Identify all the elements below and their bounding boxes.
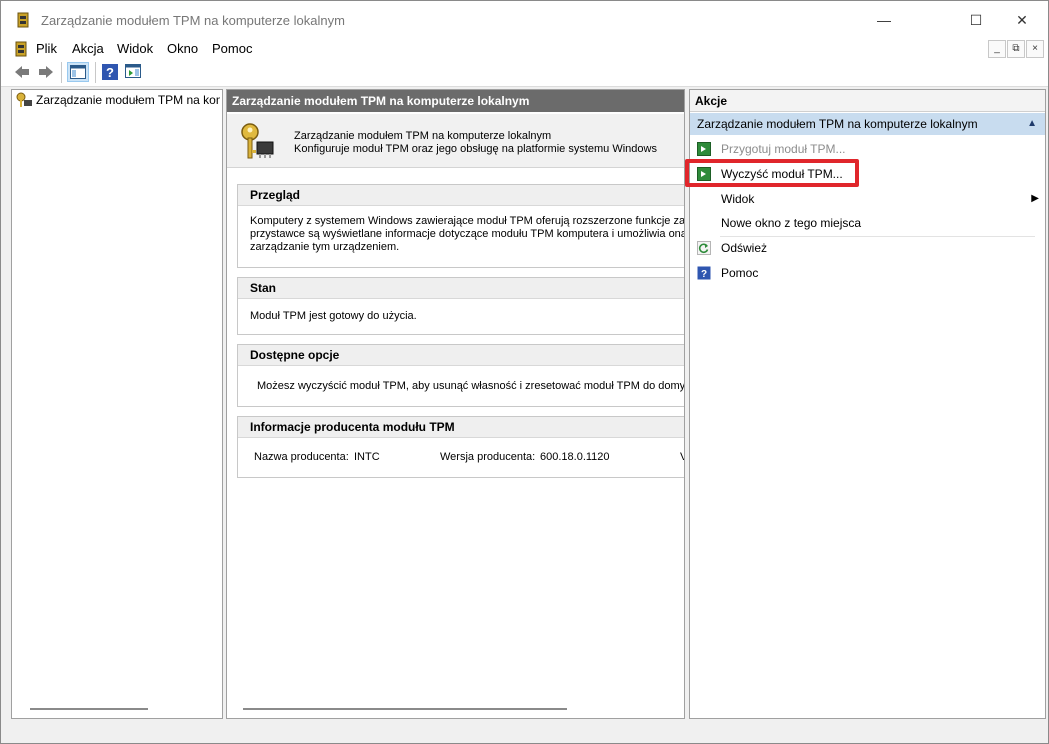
tpm-app-icon <box>17 12 29 28</box>
manufacturer-name-value: INTC <box>354 451 380 463</box>
minimize-button[interactable]: — <box>861 1 907 39</box>
show-hide-action-pane-button[interactable] <box>123 62 145 82</box>
manufacturer-truncated-text: V <box>680 451 684 464</box>
toolbar: ? <box>1 59 1048 87</box>
status-text: Moduł TPM jest gotowy do użycia. <box>250 310 417 322</box>
overview-text-line: Komputery z systemem Windows zawierające… <box>250 215 685 227</box>
results-horizontal-scrollbar[interactable] <box>243 708 567 710</box>
help-icon: ? <box>697 266 711 280</box>
tpm-key-icon <box>16 92 32 107</box>
action-label: Widok <box>721 192 755 206</box>
section-overview-title: Przegląd <box>238 185 684 206</box>
maximize-button[interactable]: ☐ <box>953 1 999 39</box>
child-close-button[interactable]: × <box>1026 40 1044 58</box>
toolbar-separator <box>95 62 96 83</box>
menu-plik[interactable]: Plik <box>36 41 57 56</box>
svg-text:?: ? <box>106 65 114 80</box>
action-refresh[interactable]: Odśwież <box>690 236 1045 260</box>
menu-okno[interactable]: Okno <box>167 41 198 56</box>
mmc-window: Zarządzanie modułem TPM na komputerze lo… <box>0 0 1049 744</box>
banner-title: Zarządzanie modułem TPM na komputerze lo… <box>294 130 552 142</box>
action-label: Przygotuj moduł TPM... <box>721 142 846 156</box>
svg-text:?: ? <box>701 269 707 280</box>
results-pane: Zarządzanie modułem TPM na komputerze lo… <box>226 89 685 719</box>
section-status: Stan Moduł TPM jest gotowy do użycia. <box>237 277 684 335</box>
tree-item-tpm-root[interactable]: Zarządzanie modułem TPM na kom <box>14 91 220 109</box>
section-status-title: Stan <box>238 278 684 299</box>
results-pane-header: Zarządzanie modułem TPM na komputerze lo… <box>227 90 684 112</box>
section-options-title: Dostępne opcje <box>238 345 684 366</box>
child-minimize-button[interactable]: _ <box>988 40 1006 58</box>
manufacturer-version-value: 600.18.0.1120 <box>540 451 610 463</box>
action-new-window[interactable]: Nowe okno z tego miejsca <box>690 211 1045 235</box>
actions-header: Akcje <box>690 90 1045 112</box>
window-title: Zarządzanie modułem TPM na komputerze lo… <box>41 13 345 28</box>
section-available-options: Dostępne opcje Możesz wyczyścić moduł TP… <box>237 344 685 407</box>
actions-group-label: Zarządzanie modułem TPM na komputerze lo… <box>697 117 978 131</box>
tree-horizontal-scrollbar[interactable] <box>30 708 148 710</box>
action-view[interactable]: Widok ▶ <box>690 187 1045 211</box>
collapse-up-icon[interactable]: ▲ <box>1027 113 1037 135</box>
green-arrow-icon <box>697 142 711 156</box>
actions-group-header[interactable]: Zarządzanie modułem TPM na komputerze lo… <box>690 113 1045 135</box>
toolbar-separator <box>61 62 62 83</box>
manufacturer-version-label: Wersja producenta: <box>440 451 536 463</box>
action-label: Odśwież <box>721 241 768 255</box>
console-tree-icon <box>70 65 86 79</box>
status-bar <box>1 719 1048 743</box>
forward-arrow-icon[interactable] <box>37 63 55 81</box>
console-tree-pane: Zarządzanie modułem TPM na kom <box>11 89 223 719</box>
child-restore-button[interactable]: ⧉ <box>1007 40 1025 58</box>
back-arrow-icon[interactable] <box>13 63 31 81</box>
overview-text-line: przystawce są wyświetlane informacje dot… <box>250 228 685 240</box>
close-button[interactable]: ✕ <box>999 1 1045 39</box>
action-help[interactable]: ? Pomoc <box>690 261 1045 285</box>
submenu-arrow-icon: ▶ <box>1031 193 1039 204</box>
banner-description: Konfiguruje moduł TPM oraz jego obsługę … <box>294 143 657 155</box>
action-label: Pomoc <box>721 266 759 280</box>
section-manufacturer-title: Informacje producenta modułu TPM <box>238 417 684 438</box>
snapin-banner: Zarządzanie modułem TPM na komputerze lo… <box>227 114 684 168</box>
menu-pomoc[interactable]: Pomoc <box>212 41 252 56</box>
manufacturer-name-label: Nazwa producenta: <box>254 451 349 463</box>
menu-bar: Plik Akcja Widok Okno Pomoc _ ⧉ × <box>1 39 1048 59</box>
menu-akcja[interactable]: Akcja <box>72 41 104 56</box>
action-label: Nowe okno z tego miejsca <box>721 216 862 230</box>
help-icon[interactable]: ? <box>101 63 119 81</box>
tree-item-label: Zarządzanie modułem TPM na kom <box>36 93 220 107</box>
highlight-box <box>685 159 859 187</box>
show-hide-tree-button[interactable] <box>67 62 89 82</box>
options-text: Możesz wyczyścić moduł TPM, aby usunąć w… <box>257 380 685 392</box>
section-overview: Przegląd Komputery z systemem Windows za… <box>237 184 685 268</box>
action-prepare-tpm[interactable]: Przygotuj moduł TPM... <box>690 137 1045 161</box>
menu-widok[interactable]: Widok <box>117 41 153 56</box>
title-bar: Zarządzanie modułem TPM na komputerze lo… <box>1 1 1048 39</box>
section-manufacturer-info: Informacje producenta modułu TPM Nazwa p… <box>237 416 684 478</box>
action-pane-icon <box>125 64 141 78</box>
tpm-key-chip-icon <box>241 123 274 159</box>
refresh-icon <box>697 241 711 255</box>
tpm-menu-icon[interactable] <box>13 41 29 57</box>
overview-text-line: zarządzanie tym urządzeniem. <box>250 241 400 253</box>
